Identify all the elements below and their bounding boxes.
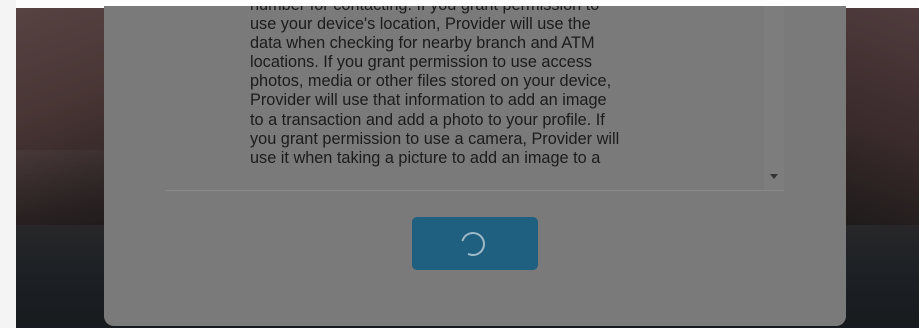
consent-line: photos, media or other files stored on y… [250, 72, 612, 91]
consent-line: use your device's location, Provider wil… [250, 15, 591, 34]
scrollbar[interactable] [764, 6, 784, 190]
consent-dialog: number for contacting. If you grant perm… [104, 6, 846, 326]
consent-line: locations. If you grant permission to us… [250, 53, 593, 72]
consent-line: you grant permission to use a camera, Pr… [250, 129, 620, 148]
scroll-down-arrow-icon[interactable] [770, 174, 778, 179]
submit-button[interactable] [412, 217, 538, 270]
consent-line: Provider will use that information to ad… [250, 91, 607, 110]
consent-text: number for contacting. If you grant perm… [250, 6, 690, 168]
consent-line: data when checking for nearby branch and… [250, 34, 595, 53]
left-edge [0, 0, 16, 328]
consent-scroll-area[interactable]: number for contacting. If you grant perm… [166, 6, 784, 191]
consent-line: number for contacting. If you grant perm… [250, 6, 599, 14]
consent-line: use it when taking a picture to add an i… [250, 148, 601, 167]
spinner-icon [461, 232, 485, 256]
consent-line: to a transaction and add a photo to your… [250, 110, 605, 129]
